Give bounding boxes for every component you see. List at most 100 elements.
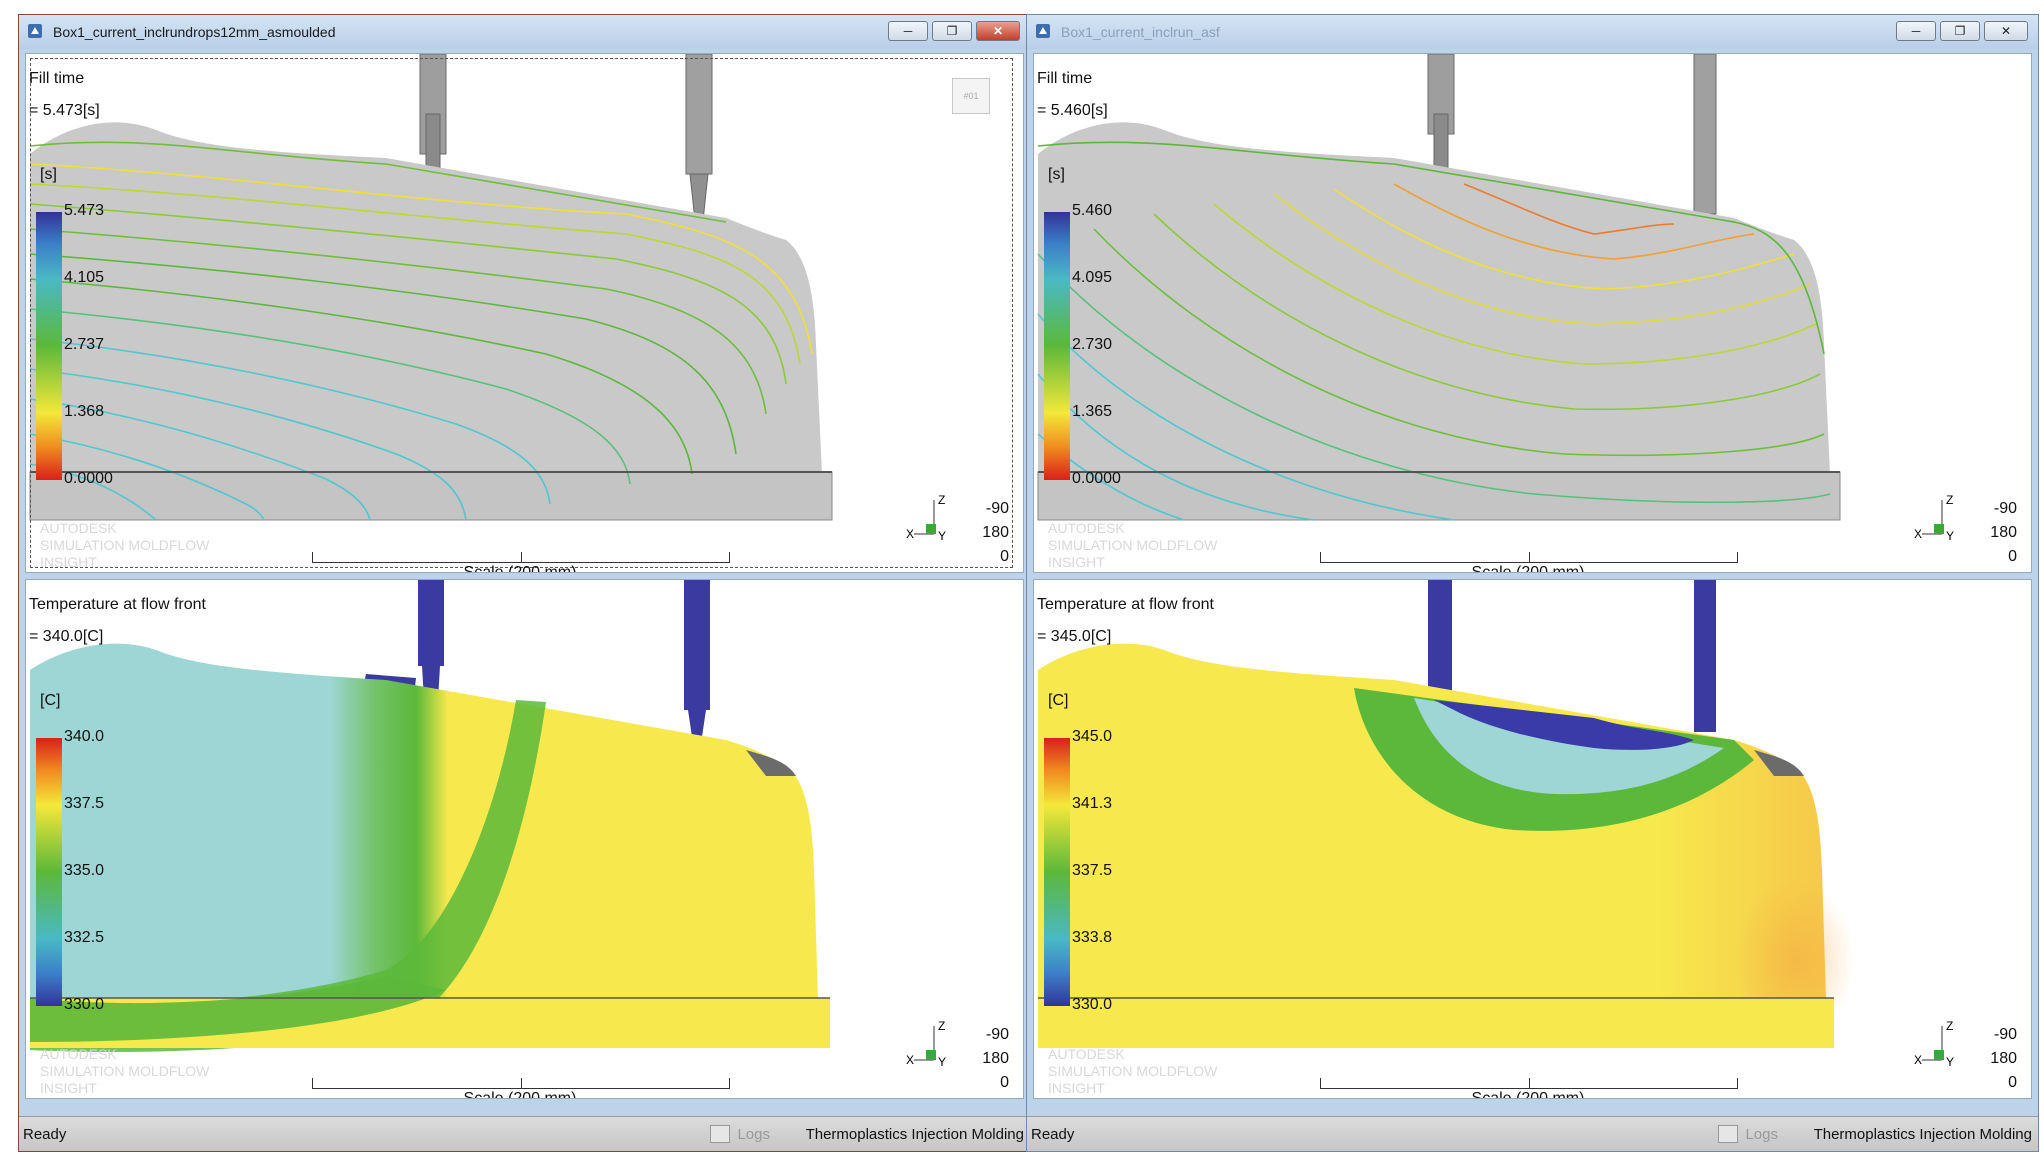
svg-text:X: X: [906, 527, 914, 541]
autodesk-watermark: AUTODESK SIMULATION MOLDFLOW INSIGHT: [40, 520, 210, 570]
colorbar-tick-min: 330.0: [1072, 996, 1113, 1013]
right-result-window[interactable]: Box1_current_inclrun_asf ─ ❐ ✕ Fill time…: [1026, 14, 2039, 1152]
close-button[interactable]: ✕: [1984, 21, 2028, 41]
fill-time-viewport[interactable]: #01 Fill time = 5.473[s] [s] 5.473 4.105…: [25, 53, 1024, 573]
analysis-mode: Thermoplastics Injection Molding: [805, 1126, 1024, 1143]
temperature-model-plot: [1038, 580, 1854, 1048]
view-rotation-x: -90: [985, 500, 1009, 517]
colorbar-tick: 4.105: [64, 269, 105, 286]
autodesk-watermark: AUTODESK SIMULATION MOLDFLOW INSIGHT: [40, 1046, 210, 1096]
scale-bar: [312, 1078, 730, 1089]
colorbar-tick-max: 5.473: [64, 202, 105, 219]
view-rotation-x: -90: [1993, 500, 2017, 517]
scale-label: Scale (200 mm): [463, 1090, 577, 1099]
result-title: Fill time: [1037, 70, 1093, 87]
window-title: Box1_current_inclrundrops12mm_asmoulded: [53, 24, 336, 40]
status-bar: Ready Logs Thermoplastics Injection Mold…: [19, 1116, 1030, 1151]
minimize-icon: ─: [1911, 24, 1921, 38]
svg-text:Z: Z: [938, 494, 945, 507]
result-value: = 340.0[C]: [29, 628, 104, 645]
result-value: = 345.0[C]: [1037, 628, 1112, 645]
svg-text:Z: Z: [1946, 494, 1953, 507]
colorbar-tick: 335.0: [64, 862, 105, 879]
maximize-button[interactable]: ❐: [932, 21, 972, 41]
logs-button[interactable]: Logs: [737, 1126, 770, 1143]
close-icon: ✕: [2000, 24, 2012, 38]
scale-label: Scale (200 mm): [1471, 564, 1585, 573]
colorbar-unit: [s]: [1048, 166, 1065, 183]
temperature-model-plot: [30, 580, 830, 1052]
orientation-triad-icon: Z X Y: [906, 494, 946, 543]
restore-icon: ❐: [946, 24, 958, 38]
window-titlebar[interactable]: Box1_current_inclrundrops12mm_asmoulded …: [19, 15, 1030, 49]
moldflow-app-icon: [28, 24, 42, 38]
maximize-button[interactable]: ❐: [1940, 21, 1980, 41]
view-rotation-y: 180: [982, 1050, 1009, 1067]
left-result-window[interactable]: Box1_current_inclrundrops12mm_asmoulded …: [18, 14, 1031, 1152]
result-title: Temperature at flow front: [1037, 596, 1214, 613]
autodesk-watermark: AUTODESK SIMULATION MOLDFLOW INSIGHT: [1048, 520, 1218, 570]
orientation-triad-icon: Z X Y: [1914, 494, 1954, 543]
view-rotation-z: 0: [2008, 1074, 2017, 1091]
orientation-triad-icon: Z X Y: [1914, 1020, 1954, 1069]
scale-bar: [312, 552, 730, 563]
logs-icon[interactable]: [1718, 1125, 1738, 1143]
view-rotation-y: 180: [1990, 1050, 2017, 1067]
view-rotation-y: 180: [982, 524, 1009, 541]
autodesk-watermark: AUTODESK SIMULATION MOLDFLOW INSIGHT: [1048, 1046, 1218, 1096]
colorbar-tick: 4.095: [1072, 269, 1113, 286]
result-thumbnail[interactable]: #01: [952, 78, 990, 114]
minimize-icon: ─: [903, 24, 913, 38]
colorbar-tick: 2.737: [64, 336, 105, 353]
svg-text:X: X: [906, 1053, 914, 1067]
result-value: = 5.473[s]: [29, 102, 100, 119]
svg-text:Y: Y: [1946, 529, 1954, 543]
colorbar-tick-max: 345.0: [1072, 728, 1113, 745]
view-rotation-z: 0: [1000, 548, 1009, 565]
view-rotation-z: 0: [1000, 1074, 1009, 1091]
view-rotation-y: 180: [1990, 524, 2017, 541]
fill-time-colorbar: [1044, 212, 1070, 480]
result-title: Fill time: [29, 70, 85, 87]
scale-label: Scale (200 mm): [1471, 1090, 1585, 1099]
colorbar-tick-min: 0.0000: [1072, 470, 1121, 487]
restore-icon: ❐: [1954, 24, 1966, 38]
part-flange: [1038, 998, 1834, 1048]
colorbar-tick-min: 330.0: [64, 996, 105, 1013]
fill-time-viewport[interactable]: Fill time = 5.460[s] [s] 5.460 4.095 2.7…: [1033, 53, 2032, 573]
colorbar-tick: 1.368: [64, 403, 105, 420]
colorbar-tick: 2.730: [1072, 336, 1113, 353]
close-button[interactable]: ✕: [976, 21, 1020, 41]
svg-text:Y: Y: [938, 529, 946, 543]
minimize-button[interactable]: ─: [888, 21, 928, 41]
window-titlebar[interactable]: Box1_current_inclrun_asf ─ ❐ ✕: [1027, 15, 2038, 49]
analysis-mode: Thermoplastics Injection Molding: [1813, 1126, 2032, 1143]
svg-text:Y: Y: [1946, 1055, 1954, 1069]
result-title: Temperature at flow front: [29, 596, 206, 613]
orientation-triad-icon: Z X Y: [906, 1020, 946, 1069]
colorbar-unit: [C]: [40, 692, 61, 709]
logs-button[interactable]: Logs: [1745, 1126, 1778, 1143]
status-bar: Ready Logs Thermoplastics Injection Mold…: [1027, 1116, 2038, 1151]
colorbar-unit: [C]: [1048, 692, 1069, 709]
view-rotation-x: -90: [1993, 1026, 2017, 1043]
colorbar-tick: 337.5: [1072, 862, 1113, 879]
colorbar-tick-min: 0.0000: [64, 470, 113, 487]
colorbar-tick: 332.5: [64, 929, 105, 946]
svg-text:X: X: [1914, 527, 1922, 541]
moldflow-app-icon: [1036, 24, 1050, 38]
colorbar-tick-max: 340.0: [64, 728, 105, 745]
close-icon: ✕: [992, 24, 1004, 38]
window-title: Box1_current_inclrun_asf: [1061, 24, 1220, 40]
view-rotation-z: 0: [2008, 548, 2017, 565]
status-ready: Ready: [1031, 1126, 1075, 1143]
logs-icon[interactable]: [710, 1125, 730, 1143]
temperature-colorbar: [1044, 738, 1070, 1006]
svg-text:X: X: [1914, 1053, 1922, 1067]
temperature-viewport[interactable]: Temperature at flow front = 345.0[C] [C]…: [1033, 579, 2032, 1099]
scale-label: Scale (200 mm): [463, 564, 577, 573]
colorbar-tick: 341.3: [1072, 795, 1113, 812]
temperature-viewport[interactable]: Temperature at flow front = 340.0[C] [C]…: [25, 579, 1024, 1099]
minimize-button[interactable]: ─: [1896, 21, 1936, 41]
colorbar-unit: [s]: [40, 166, 57, 183]
